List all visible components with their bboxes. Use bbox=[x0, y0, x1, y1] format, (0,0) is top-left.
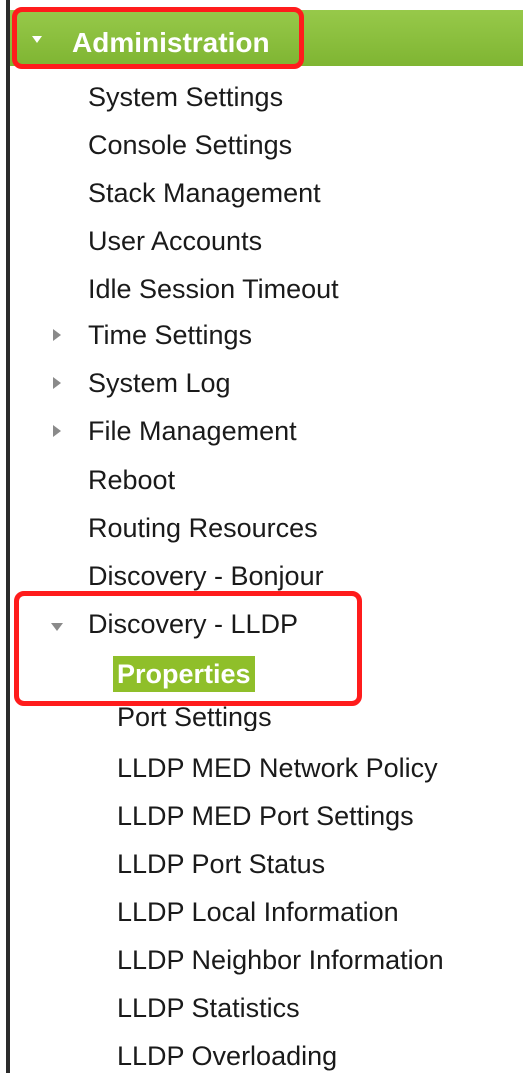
submenu-item-lldp-port-status[interactable]: LLDP Port Status bbox=[117, 847, 325, 881]
submenu-item-lldp-statistics[interactable]: LLDP Statistics bbox=[117, 991, 300, 1025]
submenu-item-port-settings[interactable]: Port Settings bbox=[117, 703, 272, 731]
menu-item-system-settings[interactable]: System Settings bbox=[88, 80, 283, 114]
menu-item-routing-resources[interactable]: Routing Resources bbox=[88, 511, 318, 545]
submenu-item-lldp-neighbor-information[interactable]: LLDP Neighbor Information bbox=[117, 943, 444, 977]
menu-item-reboot[interactable]: Reboot bbox=[88, 463, 175, 497]
navigation-panel: Administration System Settings Console S… bbox=[0, 0, 523, 1073]
expand-arrow-icon[interactable] bbox=[53, 425, 61, 437]
expand-arrow-icon[interactable] bbox=[53, 377, 61, 389]
submenu-item-lldp-med-network-policy[interactable]: LLDP MED Network Policy bbox=[117, 751, 438, 785]
menu-item-system-log[interactable]: System Log bbox=[88, 366, 231, 400]
submenu-item-lldp-local-information[interactable]: LLDP Local Information bbox=[117, 895, 399, 929]
panel-border bbox=[6, 0, 10, 1073]
menu-item-stack-management[interactable]: Stack Management bbox=[88, 176, 321, 210]
submenu-item-properties[interactable]: Properties bbox=[113, 656, 255, 692]
menu-item-file-management[interactable]: File Management bbox=[88, 414, 297, 448]
menu-item-idle-session-timeout[interactable]: Idle Session Timeout bbox=[88, 272, 339, 306]
expand-arrow-icon[interactable] bbox=[53, 329, 61, 341]
menu-item-console-settings[interactable]: Console Settings bbox=[88, 128, 292, 162]
submenu-item-lldp-med-port-settings[interactable]: LLDP MED Port Settings bbox=[117, 799, 414, 833]
menu-item-discovery-bonjour[interactable]: Discovery - Bonjour bbox=[88, 559, 324, 593]
highlight-administration bbox=[12, 7, 304, 69]
menu-item-time-settings[interactable]: Time Settings bbox=[88, 318, 252, 352]
submenu-item-lldp-overloading[interactable]: LLDP Overloading bbox=[117, 1039, 337, 1073]
menu-item-user-accounts[interactable]: User Accounts bbox=[88, 224, 262, 258]
